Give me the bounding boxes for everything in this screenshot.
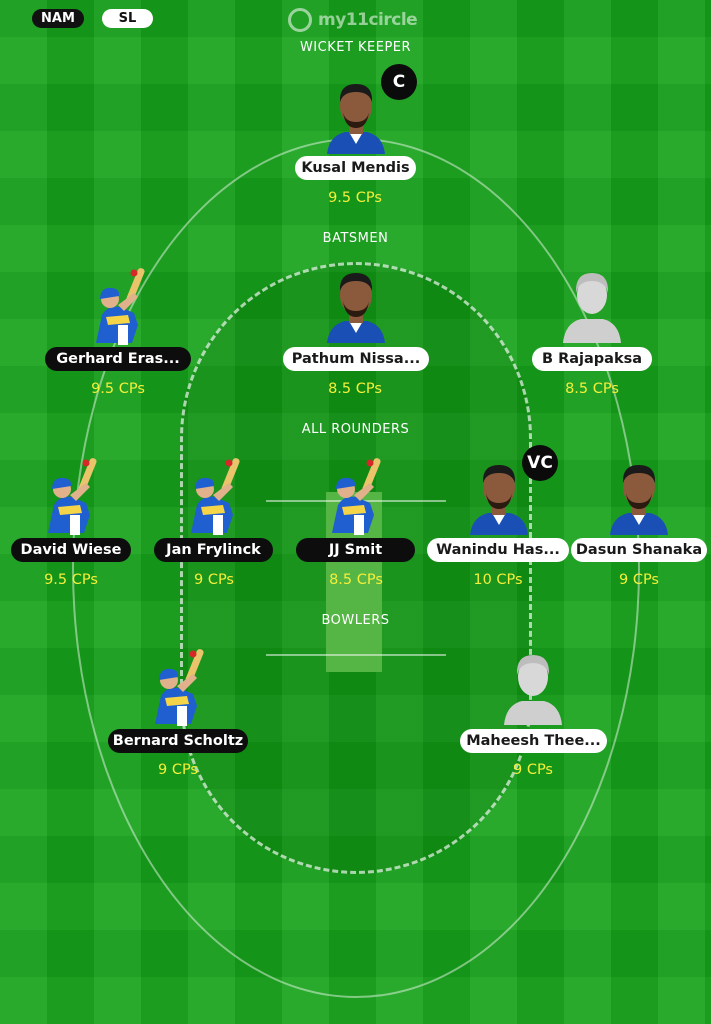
player-headshot-icon [325, 74, 387, 154]
player-name: Maheesh Thee... [460, 729, 607, 753]
player-name: Kusal Mendis [295, 156, 416, 180]
section-bowlers: BOWLERS [321, 613, 390, 628]
player-credits: 8.5 CPs [565, 381, 619, 397]
section-all-rounders: ALL ROUNDERS [301, 422, 410, 437]
logo-text: my11circle [318, 10, 418, 30]
player-placeholder-icon [502, 645, 564, 725]
player-credits: 9 CPs [618, 572, 659, 588]
batsman-avatar-icon [183, 455, 245, 535]
player-name: Jan Frylinck [154, 538, 273, 562]
player-name: B Rajapaksa [532, 347, 652, 371]
player-credits: 8.5 CPs [329, 572, 383, 588]
captain-badge: C [381, 64, 417, 100]
batsman-avatar-icon [40, 455, 102, 535]
player-headshot-icon [325, 263, 387, 343]
team-nam-label[interactable]: NAM [32, 9, 84, 28]
my11circle-logo: my11circle [288, 5, 418, 35]
section-batsmen: BATSMEN [322, 231, 389, 246]
player-name: Bernard Scholtz [108, 729, 248, 753]
player-credits: 9.5 CPs [328, 190, 382, 206]
player-credits: 9.5 CPs [44, 572, 98, 588]
player-name: David Wiese [11, 538, 131, 562]
team-preview-field: NAM SL my11circle WICKET KEEPER BATSMEN … [0, 0, 711, 1024]
team-sl-label[interactable]: SL [102, 9, 153, 28]
batsman-avatar-icon [324, 455, 386, 535]
player-name: Gerhard Eras... [45, 347, 191, 371]
player-name: Wanindu Has... [427, 538, 569, 562]
player-credits: 10 CPs [473, 572, 523, 588]
batsman-avatar-icon [147, 646, 209, 726]
player-name: Dasun Shanaka [571, 538, 707, 562]
player-headshot-icon [468, 455, 530, 535]
player-credits: 9 CPs [193, 572, 234, 588]
player-name: Pathum Nissa... [283, 347, 429, 371]
player-name: JJ Smit [296, 538, 415, 562]
batsman-avatar-icon [88, 265, 150, 345]
player-placeholder-icon [561, 263, 623, 343]
player-credits: 8.5 CPs [328, 381, 382, 397]
player-headshot-icon [608, 455, 670, 535]
section-wicket-keeper: WICKET KEEPER [299, 40, 412, 55]
logo-circle-icon [288, 8, 312, 32]
crease-line [266, 654, 446, 656]
vice-captain-badge: VC [522, 445, 558, 481]
player-credits: 9.5 CPs [91, 381, 145, 397]
player-credits: 9 CPs [157, 762, 198, 778]
player-credits: 9 CPs [512, 762, 553, 778]
